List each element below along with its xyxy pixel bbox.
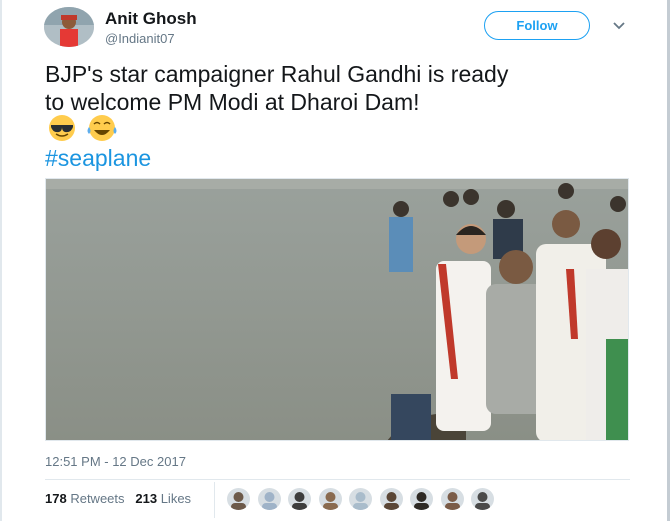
liker-avatar[interactable] (471, 488, 494, 510)
divider (45, 479, 630, 480)
author-avatar[interactable] (44, 7, 94, 47)
liker-avatar[interactable] (349, 488, 372, 510)
likes-label[interactable]: Likes (161, 491, 191, 506)
liker-avatar[interactable] (440, 488, 464, 510)
liker-avatar[interactable] (227, 488, 250, 510)
retweets-count[interactable]: 178 (45, 491, 67, 506)
liker-avatar[interactable] (318, 488, 342, 510)
emoji-row (45, 113, 125, 143)
author-name[interactable]: Anit Ghosh (105, 9, 197, 29)
tweet-text-line: BJP's star campaigner Rahul Gandhi is re… (45, 61, 509, 87)
tears-of-joy-face-icon (87, 115, 117, 141)
tweet-text: BJP's star campaigner Rahul Gandhi is re… (45, 60, 635, 116)
retweets-label[interactable]: Retweets (70, 491, 124, 506)
liker-avatar[interactable] (410, 488, 433, 510)
stats-separator (214, 482, 215, 518)
tweet-photo[interactable] (45, 178, 629, 441)
liker-avatar[interactable] (288, 488, 311, 510)
engagement-stats: 178 Retweets 213 Likes (45, 491, 191, 506)
chevron-down-icon[interactable] (610, 16, 628, 34)
hashtag-link[interactable]: #seaplane (45, 145, 151, 172)
liker-avatar[interactable] (379, 488, 403, 510)
window-left-border (0, 0, 2, 521)
tweet-timestamp[interactable]: 12:51 PM - 12 Dec 2017 (45, 454, 186, 469)
tweet-text-line: to welcome PM Modi at Dharoi Dam! (45, 89, 420, 115)
likes-count[interactable]: 213 (135, 491, 157, 506)
sunglasses-face-icon (49, 115, 75, 141)
liker-avatar[interactable] (257, 488, 281, 510)
author-handle[interactable]: @Indianit07 (105, 31, 175, 46)
follow-button[interactable]: Follow (484, 11, 590, 40)
